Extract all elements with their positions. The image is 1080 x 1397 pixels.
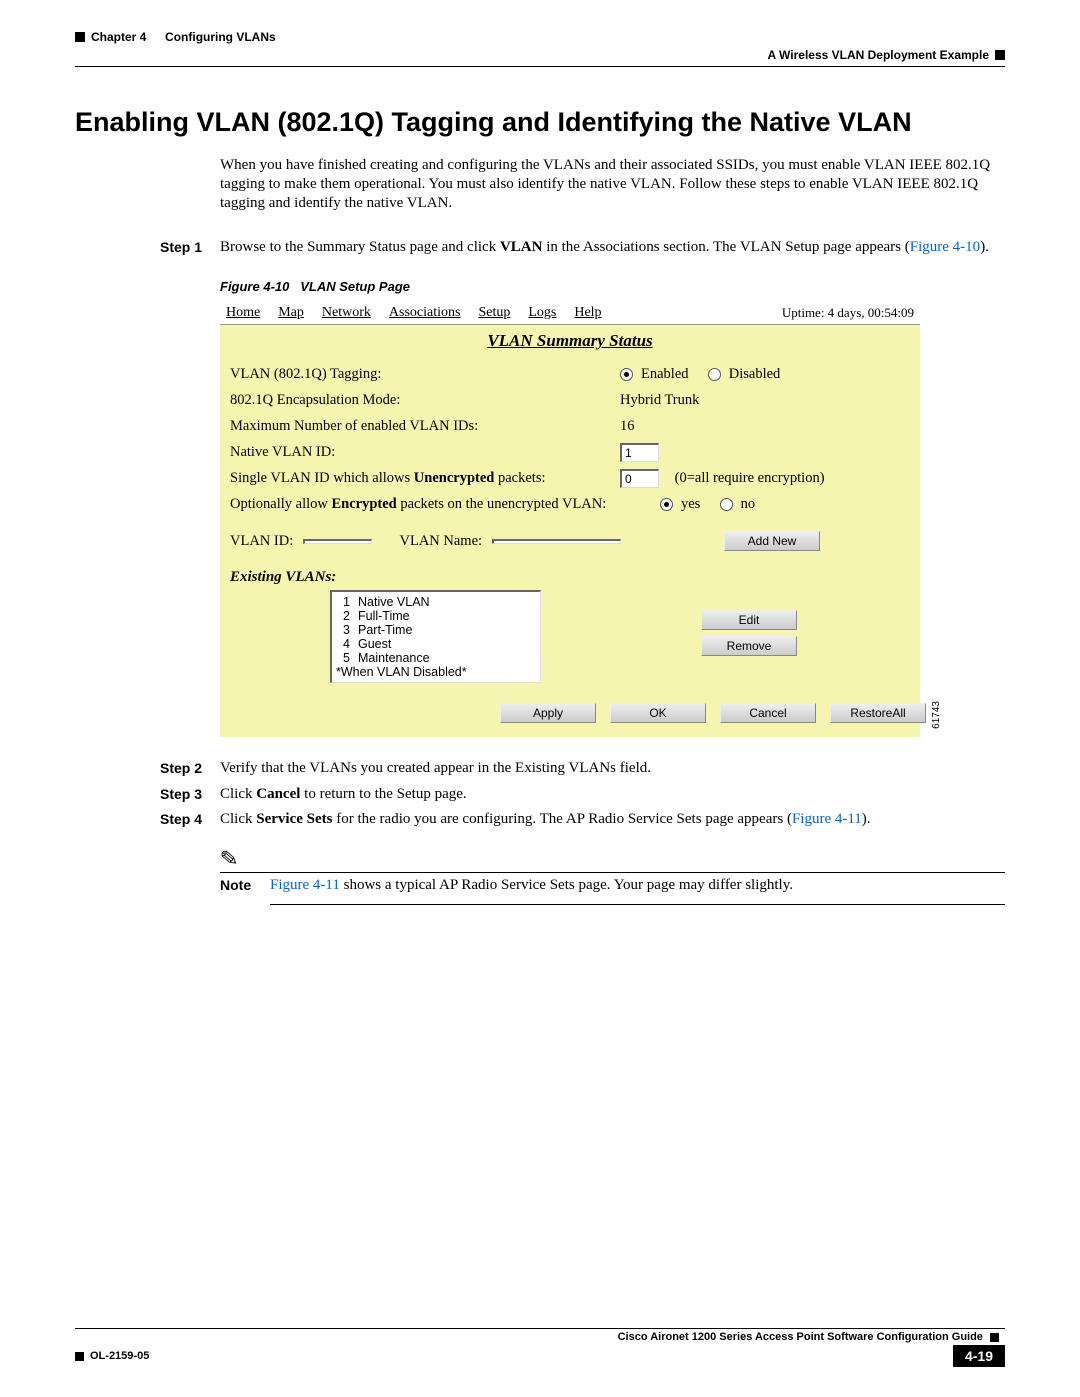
ok-button[interactable]: OK — [610, 703, 706, 723]
vlan-name-label: VLAN Name: — [399, 533, 482, 550]
single-label: Single VLAN ID which allows Unencrypted … — [230, 470, 620, 487]
figure-id: 61743 — [931, 701, 942, 729]
nav-associations[interactable]: Associations — [389, 305, 461, 321]
step-row: Step 3 Click Cancel to return to the Set… — [160, 785, 1005, 805]
list-item: 1Native VLAN — [336, 595, 536, 609]
step-row: Step 2 Verify that the VLANs you created… — [160, 759, 1005, 779]
native-label: Native VLAN ID: — [230, 444, 620, 461]
step-body: Verify that the VLANs you created appear… — [220, 759, 1005, 779]
header-square-icon — [75, 32, 85, 42]
figure-vlan-setup: Home Map Network Associations Setup Logs… — [220, 302, 920, 737]
radio-yes[interactable] — [660, 498, 673, 511]
radio-no[interactable] — [720, 498, 733, 511]
list-item: 4Guest — [336, 637, 536, 651]
chapter-number: Chapter 4 — [91, 30, 146, 44]
step-body: Click Cancel to return to the Setup page… — [220, 785, 1005, 805]
figure-caption: Figure 4-10 VLAN Setup Page — [220, 279, 1005, 294]
tagging-label: VLAN (802.1Q) Tagging: — [230, 366, 620, 383]
step-body: Click Service Sets for the radio you are… — [220, 810, 1005, 830]
header-square-icon — [995, 50, 1005, 60]
step-label: Step 3 — [160, 785, 220, 805]
note-body: Figure 4-11 shows a typical AP Radio Ser… — [270, 872, 1005, 905]
vlan-name-input[interactable] — [492, 539, 621, 544]
list-item: 2Full-Time — [336, 609, 536, 623]
opt-label: Optionally allow Encrypted packets on th… — [230, 496, 660, 513]
list-item: *When VLAN Disabled* — [336, 665, 536, 679]
vlan-id-label: VLAN ID: — [230, 533, 293, 550]
step-label: Step 4 — [160, 810, 220, 830]
native-vlan-input[interactable]: 1 — [620, 443, 659, 462]
nav-home[interactable]: Home — [226, 305, 260, 321]
panel-title: VLAN Summary Status — [220, 325, 920, 361]
figure-link[interactable]: Figure 4-11 — [270, 877, 340, 893]
list-item: 5Maintenance — [336, 651, 536, 665]
pencil-icon: ✎ — [219, 845, 240, 873]
unencrypted-vlan-input[interactable]: 0 — [620, 469, 659, 488]
section-heading: Enabling VLAN (802.1Q) Tagging and Ident… — [75, 107, 1005, 138]
uptime-text: Uptime: 4 days, 00:54:09 — [782, 305, 914, 321]
header-rule — [75, 66, 1005, 67]
remove-button[interactable]: Remove — [701, 636, 797, 656]
footer-guide-title: Cisco Aironet 1200 Series Access Point S… — [618, 1331, 983, 1343]
nav-network[interactable]: Network — [322, 305, 371, 321]
footer-square-icon — [990, 1333, 999, 1342]
section-header-right: A Wireless VLAN Deployment Example — [767, 48, 989, 62]
vlan-id-input[interactable] — [303, 539, 372, 544]
encap-value: Hybrid Trunk — [620, 392, 699, 409]
note-label: Note — [220, 872, 270, 905]
max-value: 16 — [620, 418, 635, 435]
page-footer: Cisco Aironet 1200 Series Access Point S… — [75, 1328, 1005, 1367]
max-label: Maximum Number of enabled VLAN IDs: — [230, 418, 620, 435]
step-row: Step 1 Browse to the Summary Status page… — [160, 238, 1005, 258]
chapter-title: Configuring VLANs — [165, 30, 276, 44]
edit-button[interactable]: Edit — [701, 610, 797, 630]
encap-label: 802.1Q Encapsulation Mode: — [230, 392, 620, 409]
nav-setup[interactable]: Setup — [478, 305, 510, 321]
unencrypted-hint: (0=all require encryption) — [675, 470, 825, 487]
existing-vlans-listbox[interactable]: 1Native VLAN 2Full-Time 3Part-Time 4Gues… — [330, 590, 541, 683]
radio-disabled[interactable] — [708, 368, 721, 381]
nav-help[interactable]: Help — [574, 305, 601, 321]
footer-doc-id: OL-2159-05 — [90, 1350, 149, 1362]
step-label: Step 1 — [160, 238, 220, 258]
nav-bar: Home Map Network Associations Setup Logs… — [220, 302, 920, 325]
step-row: Step 4 Click Service Sets for the radio … — [160, 810, 1005, 830]
list-item: 3Part-Time — [336, 623, 536, 637]
radio-enabled[interactable] — [620, 368, 633, 381]
footer-square-icon — [75, 1352, 84, 1361]
restore-all-button[interactable]: RestoreAll — [830, 703, 926, 723]
page-number: 4-19 — [953, 1345, 1005, 1367]
step-label: Step 2 — [160, 759, 220, 779]
figure-link[interactable]: Figure 4-11 — [792, 811, 862, 827]
intro-paragraph: When you have finished creating and conf… — [220, 156, 1005, 214]
add-new-button[interactable]: Add New — [724, 531, 820, 551]
cancel-button[interactable]: Cancel — [720, 703, 816, 723]
nav-logs[interactable]: Logs — [528, 305, 556, 321]
existing-vlans-title: Existing VLANs: — [220, 555, 920, 590]
apply-button[interactable]: Apply — [500, 703, 596, 723]
figure-link[interactable]: Figure 4-10 — [910, 239, 980, 255]
step-body: Browse to the Summary Status page and cl… — [220, 238, 1005, 258]
running-header: Chapter 4 Configuring VLANs — [75, 30, 1005, 44]
nav-map[interactable]: Map — [278, 305, 304, 321]
